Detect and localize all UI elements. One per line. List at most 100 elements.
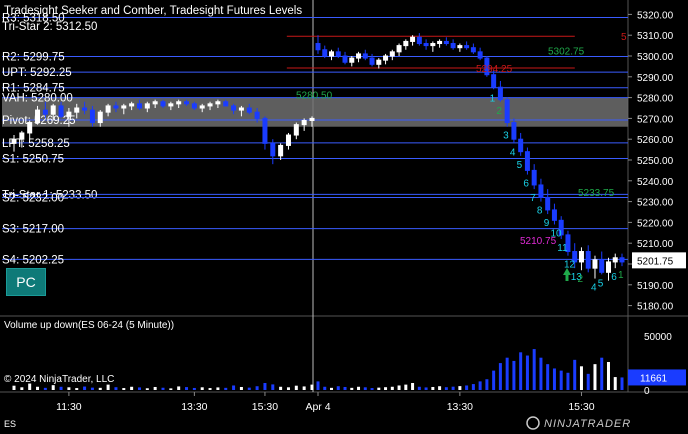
volume-bar (512, 360, 516, 390)
volume-bar (161, 387, 165, 390)
volume-bar (247, 387, 251, 390)
candle-body (223, 101, 229, 107)
time-tick-label: 13:30 (181, 401, 207, 413)
annotation-label: 5302.75 (548, 46, 585, 57)
candle-body (27, 122, 33, 134)
candle-body (376, 59, 382, 65)
price-tick-label: 5280.00 (637, 94, 674, 105)
candle-body (450, 43, 456, 49)
candle-body (231, 105, 237, 111)
candle-body (144, 103, 150, 109)
volume-bar (424, 387, 428, 390)
current-price-text: 5201.75 (637, 256, 674, 267)
volume-bar (566, 372, 570, 390)
chart-background (0, 0, 688, 434)
candle-body (443, 40, 449, 45)
volume-tick-label: 0 (644, 386, 650, 397)
volume-bar (239, 386, 243, 390)
volume-bar (397, 385, 401, 390)
candle-body (74, 107, 80, 113)
candle-body (89, 109, 95, 124)
candle-body (113, 105, 119, 109)
volume-bar (600, 357, 604, 390)
candle-body (160, 101, 166, 107)
current-volume-text: 11661 (640, 373, 668, 384)
candle-body (105, 105, 111, 113)
candle-body (82, 107, 88, 111)
candle-body (504, 99, 510, 124)
candle-body (168, 103, 174, 107)
candle-body (396, 45, 402, 53)
volume-bar (137, 387, 141, 390)
volume-bar (336, 386, 340, 390)
candle-body (176, 101, 182, 105)
volume-bar (279, 386, 283, 390)
sequence-number: 4 (510, 147, 516, 158)
level-label: S1: 5250.75 (2, 153, 64, 165)
volume-bar (145, 388, 149, 390)
volume-bar (294, 385, 298, 390)
candle-body (524, 151, 530, 171)
annotation-label: 5233.75 (578, 188, 615, 199)
volume-bar (114, 387, 118, 390)
candle-body (491, 74, 497, 88)
sequence-number: 4 (591, 283, 597, 294)
level-label: VAH: 5280.00 (2, 93, 73, 105)
candle-body (342, 55, 348, 63)
candle-body (464, 45, 470, 49)
sequence-number: 11 (557, 243, 568, 254)
sequence-number: 1 (490, 93, 496, 104)
volume-bar (343, 386, 347, 390)
volume-bar (43, 387, 47, 390)
candle-body (42, 109, 48, 115)
volume-bar (316, 381, 320, 390)
volume-bar (363, 387, 367, 390)
annotation-label: 5 (621, 32, 627, 43)
volume-bar (539, 357, 543, 390)
volume-bar (505, 357, 509, 390)
volume-bar (75, 388, 79, 390)
pc-button[interactable]: PC (6, 268, 46, 296)
level-label: S4: 5202.25 (2, 254, 64, 266)
candle-body (578, 251, 584, 263)
candle-body (612, 257, 618, 263)
volume-bar (431, 386, 435, 390)
volume-bar (36, 386, 40, 390)
candle-body (349, 57, 355, 63)
sequence-number: 3 (503, 131, 509, 142)
volume-bar (384, 387, 388, 390)
volume-bar (620, 377, 624, 390)
price-tick-label: 5320.00 (637, 10, 674, 21)
candle-body (207, 103, 213, 107)
level-label: UPT: 5292.25 (2, 67, 72, 79)
sequence-number: 8 (537, 206, 543, 217)
volume-bar (586, 373, 590, 390)
volume-bar (519, 352, 523, 390)
volume-bar (12, 385, 16, 390)
volume-bar (613, 377, 617, 390)
candle-body (356, 53, 362, 59)
candle-body (184, 101, 190, 105)
annotation-label: 5210.75 (520, 236, 557, 247)
volume-bar (525, 355, 529, 390)
volume-bar (404, 384, 408, 390)
candle-body (430, 43, 436, 47)
sequence-number: 6 (611, 272, 617, 283)
annotation-label: 5294.25 (476, 64, 513, 75)
sequence-number: 9 (544, 218, 550, 229)
tri-star-2-label: Tri-Star 2: 5312.50 (2, 21, 97, 33)
candle-body (121, 105, 127, 109)
volume-bar (458, 386, 462, 390)
volume-bar (377, 387, 381, 390)
candle-body (619, 257, 625, 263)
candle-body (50, 105, 56, 115)
candle-body (477, 51, 483, 59)
volume-bar (59, 386, 63, 390)
price-chart: R3: 5318.50R2: 5299.75UPT: 5292.25R1: 52… (0, 0, 688, 434)
volume-bar (216, 387, 220, 390)
candle-body (97, 111, 103, 124)
volume-bar (20, 387, 24, 390)
volume-bar (232, 385, 236, 390)
candle-body (329, 51, 335, 57)
time-tick-label: 13:30 (447, 401, 473, 413)
